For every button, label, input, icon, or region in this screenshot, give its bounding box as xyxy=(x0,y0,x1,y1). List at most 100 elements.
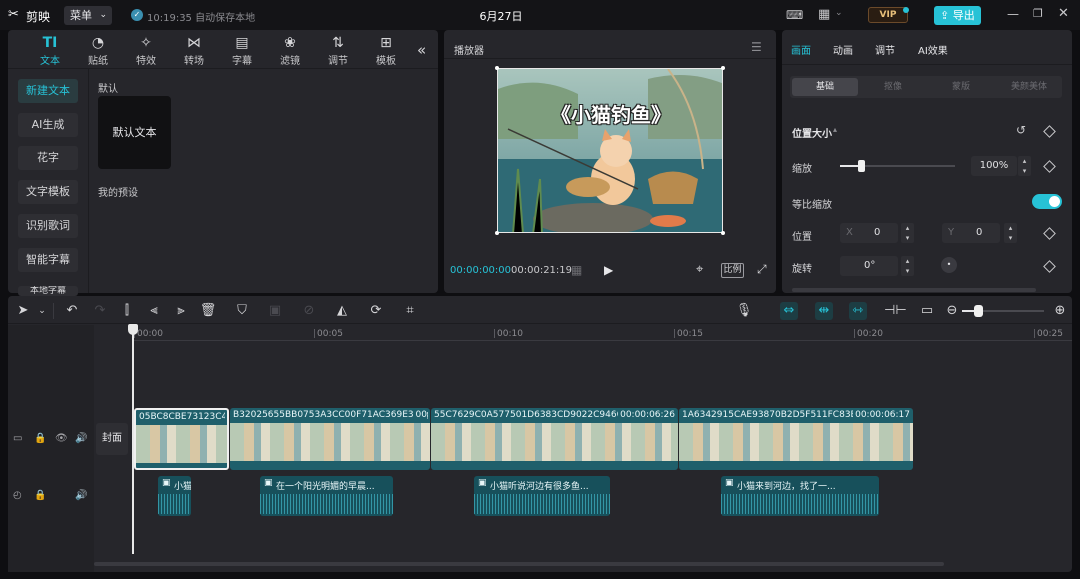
tab-5[interactable]: ❀ 滤镜 xyxy=(270,34,310,67)
crop-icon[interactable]: ⌗ xyxy=(401,302,419,320)
freeze-icon[interactable]: ▣ xyxy=(266,302,284,320)
video-clip-2[interactable]: 55C7629C0A577501D6383CD9022C9466.jpg 00:0… xyxy=(431,408,678,470)
vip-badge[interactable]: VIP xyxy=(868,7,908,23)
section-collapse-icon[interactable]: ▴ xyxy=(833,125,837,134)
auto-snap-icon[interactable]: ⇹ xyxy=(815,302,833,320)
tab-4[interactable]: ▤ 字幕 xyxy=(222,34,262,67)
rotate-stepper[interactable]: ▴ ▾ xyxy=(901,256,914,276)
video-clip-0[interactable]: 05BC8CBE73123C41F0 xyxy=(134,408,229,470)
tab-6[interactable]: ⇅ 调节 xyxy=(318,34,358,67)
sidebar-item-5[interactable]: 智能字幕 xyxy=(18,247,78,272)
visibility-icon[interactable]: 👁 xyxy=(55,433,68,444)
delete-icon[interactable]: 🗑 xyxy=(199,302,217,320)
inspector-subtab-1[interactable]: 抠像 xyxy=(860,78,926,96)
crop-handle-br[interactable] xyxy=(721,231,725,235)
ratio-button[interactable]: 比例 xyxy=(721,263,744,278)
rotate-icon[interactable]: ⟳ xyxy=(367,302,385,320)
inspector-subtab-3[interactable]: 美颜美体 xyxy=(996,78,1062,96)
audio-mute-icon[interactable]: 🔊 xyxy=(75,490,87,501)
inspector-scrollbar[interactable] xyxy=(792,288,1036,292)
tab-0[interactable]: TI 文本 xyxy=(30,34,70,67)
inspector-tab-1[interactable]: 动画 xyxy=(833,42,853,57)
tab-2[interactable]: ✧ 特效 xyxy=(126,34,166,67)
play-icon[interactable]: ▶ xyxy=(604,263,613,277)
uniform-scale-toggle[interactable] xyxy=(1032,194,1062,209)
fullscreen-icon[interactable]: ⤢ xyxy=(757,262,767,277)
zoom-out-icon[interactable]: ⊖ xyxy=(943,302,961,320)
sidebar-item-4[interactable]: 识别歌词 xyxy=(18,213,78,238)
rotate-field[interactable]: 0° xyxy=(840,256,898,276)
sidebar-item-2[interactable]: 花字 xyxy=(18,146,78,171)
inspector-tab-3[interactable]: AI效果 xyxy=(918,42,948,57)
mute-icon[interactable]: 🔊 xyxy=(75,433,87,444)
timeline-preview-icon[interactable]: ▭ xyxy=(918,302,936,320)
sidebar-item-1[interactable]: AI生成 xyxy=(18,112,78,137)
maximize-icon[interactable]: ❐ xyxy=(1033,7,1043,20)
audio-lock-icon[interactable]: 🔒 xyxy=(34,490,46,501)
minimize-icon[interactable]: — xyxy=(1007,7,1019,21)
export-button[interactable]: ⇪ 导出 xyxy=(934,6,981,25)
split-left-icon[interactable]: ⫷ xyxy=(145,302,163,320)
video-preview[interactable]: 《小猫钓鱼》 xyxy=(497,68,723,233)
position-x-field[interactable]: X 0 xyxy=(840,223,898,243)
zoom-in-icon[interactable]: ⊕ xyxy=(1051,302,1069,320)
main-track-magnet-icon[interactable]: ⇔ xyxy=(780,302,798,320)
layout-chevron-icon[interactable]: ⌄ xyxy=(835,8,843,18)
position-y-field[interactable]: Y 0 xyxy=(942,223,1000,243)
sidebar-item-6[interactable]: 本地字幕 xyxy=(18,286,78,296)
reset-icon[interactable]: ↺ xyxy=(1016,123,1026,137)
linkage-icon[interactable]: ⇿ xyxy=(849,302,867,320)
rotate-dial[interactable]: • xyxy=(941,257,957,273)
zoom-slider-thumb[interactable] xyxy=(974,305,983,317)
inspector-subtab-2[interactable]: 蒙版 xyxy=(928,78,994,96)
audio-clip-3[interactable]: ▣ 小猫来到河边，找了一... xyxy=(721,476,879,516)
inspector-tab-0[interactable]: 画面 xyxy=(791,42,811,57)
scale-value-field[interactable]: 100% xyxy=(971,156,1017,176)
frame-grid-icon[interactable]: ▦ xyxy=(571,263,582,277)
select-tool-icon[interactable]: ➤ xyxy=(14,302,32,320)
lock-icon[interactable]: 🔒 xyxy=(34,433,46,444)
tab-3[interactable]: ⋈ 转场 xyxy=(174,34,214,67)
microphone-icon[interactable]: 🎙 xyxy=(735,302,753,320)
video-clip-1[interactable]: B32025655BB0753A3CC00F71AC369E3D.jpg 00 xyxy=(230,408,430,470)
menu-button[interactable]: 菜单 ⌄ xyxy=(64,6,112,25)
sidebar-item-0[interactable]: 新建文本 xyxy=(18,79,78,103)
inspector-subtab-0[interactable]: 基础 xyxy=(792,78,858,96)
crop-handle-bl[interactable] xyxy=(495,231,499,235)
video-clip-3[interactable]: 1A6342915CAE93870B2D5F511FC83ED9.jpg 00:0… xyxy=(679,408,913,470)
fit-view-icon[interactable]: ⌖ xyxy=(696,262,703,277)
sidebar-item-3[interactable]: 文字模板 xyxy=(18,180,78,205)
cover-button[interactable]: 封面 xyxy=(96,423,128,455)
playhead-handle[interactable] xyxy=(128,324,138,335)
reverse-icon[interactable]: ⊘ xyxy=(300,302,318,320)
keyboard-shortcut-icon[interactable]: ⌨ xyxy=(786,8,803,22)
audio-clip-1[interactable]: ▣ 在一个阳光明媚的早晨... xyxy=(260,476,393,516)
tab-7[interactable]: ⊞ 模板 xyxy=(366,34,406,67)
preview-axis-icon[interactable]: ⊣⊢ xyxy=(884,302,907,320)
playhead-line[interactable] xyxy=(132,324,134,554)
close-icon[interactable]: ✕ xyxy=(1058,6,1069,21)
redo-icon[interactable]: ↷ xyxy=(91,302,109,320)
crop-handle-tl[interactable] xyxy=(495,66,499,70)
default-text-card[interactable]: 默认文本 xyxy=(98,96,171,169)
timeline-toolbar-divider xyxy=(8,323,1072,324)
split-right-icon[interactable]: ⫸ xyxy=(172,302,190,320)
select-tool-chevron-icon[interactable]: ⌄ xyxy=(33,302,51,320)
crop-handle-tr[interactable] xyxy=(721,66,725,70)
tab-1[interactable]: ◔ 贴纸 xyxy=(78,34,118,67)
y-stepper[interactable]: ▴ ▾ xyxy=(1004,223,1017,243)
x-stepper[interactable]: ▴ ▾ xyxy=(901,223,914,243)
undo-icon[interactable]: ↶ xyxy=(63,302,81,320)
scale-slider-thumb[interactable] xyxy=(857,160,865,172)
timeline-scrollbar[interactable] xyxy=(94,562,944,566)
split-icon[interactable]: ⫿ xyxy=(118,302,136,320)
scale-stepper[interactable]: ▴ ▾ xyxy=(1018,156,1031,176)
audio-clip-2[interactable]: ▣ 小猫听说河边有很多鱼... xyxy=(474,476,610,516)
collapse-panel-icon[interactable]: « xyxy=(417,41,426,59)
marker-icon[interactable]: ⛉ xyxy=(233,302,251,320)
audio-clip-0[interactable]: ▣ 小猫 xyxy=(158,476,191,516)
mirror-icon[interactable]: ◭ xyxy=(333,302,351,320)
layout-icon[interactable]: ▦ xyxy=(818,7,830,22)
inspector-tab-2[interactable]: 调节 xyxy=(875,42,895,57)
player-menu-icon[interactable]: ☰ xyxy=(751,40,762,54)
